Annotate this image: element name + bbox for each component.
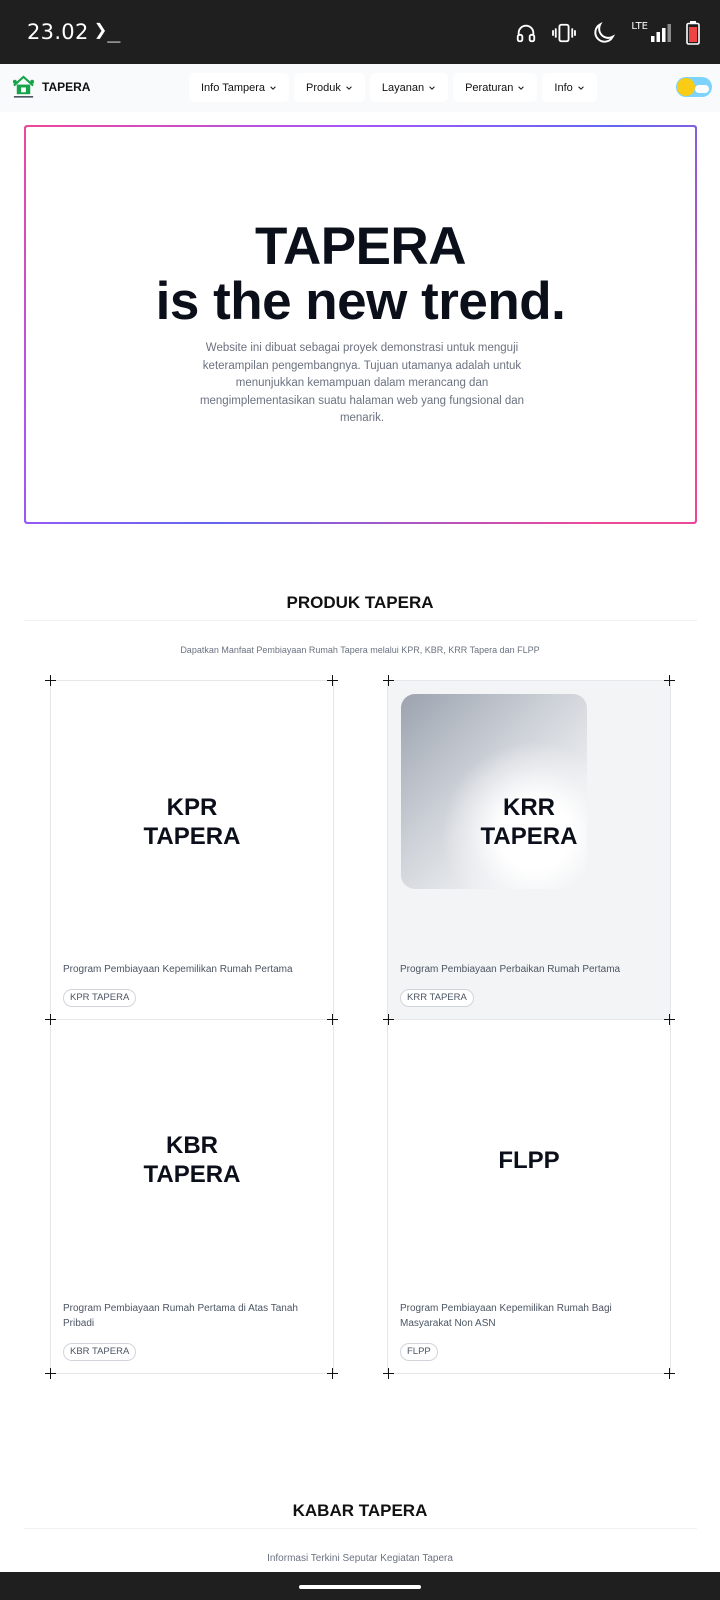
signal-icon bbox=[651, 24, 671, 42]
card-tag[interactable]: KPR TAPERA bbox=[63, 989, 137, 1007]
home-gesture-handle[interactable] bbox=[299, 1585, 421, 1589]
card-description: Program Pembiayaan Kepemilikan Rumah Bag… bbox=[400, 1303, 612, 1329]
hero-title-line-2: is the new trend. bbox=[155, 272, 566, 331]
system-navigation-bar bbox=[0, 1572, 720, 1600]
nav-item-layanan[interactable]: Layanan bbox=[369, 73, 449, 102]
card-tag[interactable]: KRR TAPERA bbox=[400, 989, 474, 1007]
plus-icon bbox=[45, 1014, 56, 1025]
nav-item-produk[interactable]: Produk bbox=[294, 73, 365, 102]
nav-item-label: Peraturan bbox=[465, 81, 514, 94]
card-heading: KPR TAPERA bbox=[143, 794, 241, 850]
nav-item-info[interactable]: Info bbox=[542, 73, 597, 102]
card-description: Program Pembiayaan Perbaikan Rumah Perta… bbox=[400, 964, 621, 975]
terminal-icon: ❯_ bbox=[94, 18, 121, 43]
card-description: Program Pembiayaan Rumah Pertama di Atas… bbox=[63, 1303, 298, 1329]
chevron-down-icon bbox=[346, 85, 352, 90]
tapera-logo-icon bbox=[12, 75, 35, 98]
plus-icon bbox=[327, 1014, 338, 1025]
card-tag[interactable]: FLPP bbox=[400, 1343, 438, 1361]
brand-link[interactable]: TAPERA bbox=[11, 74, 90, 99]
plus-icon bbox=[664, 675, 675, 686]
status-icons: LTE bbox=[515, 18, 700, 48]
plus-icon bbox=[383, 1368, 394, 1379]
card-description: Program Pembiayaan Kepemilikan Rumah Per… bbox=[63, 964, 293, 975]
status-bar: 23.02 ❯_ LTE bbox=[0, 0, 720, 64]
hero-banner: TAPERA is the new trend. Website ini dib… bbox=[24, 125, 697, 524]
nav-item-label: Layanan bbox=[381, 81, 425, 94]
chevron-down-icon bbox=[429, 85, 435, 90]
kabar-section-title: KABAR TAPERA bbox=[292, 1501, 428, 1520]
nav-item-label: Info Tampera bbox=[201, 81, 266, 94]
hero-title-line-1: TAPERA bbox=[255, 217, 466, 276]
card-heading: FLPP bbox=[498, 1147, 560, 1174]
product-card-kbr[interactable]: KBR TAPERA Program Pembiayaan Rumah Pert… bbox=[50, 1019, 334, 1374]
hero-title: TAPERA is the new trend. bbox=[26, 219, 695, 329]
moon-icon bbox=[594, 21, 616, 43]
hero-content: TAPERA is the new trend. Website ini dib… bbox=[26, 127, 695, 522]
plus-icon bbox=[45, 1368, 56, 1379]
nav-item-label: Info bbox=[554, 81, 573, 94]
divider bbox=[24, 1528, 697, 1529]
status-time: 23.02 bbox=[27, 20, 89, 44]
product-card-krr[interactable]: KRR TAPERA Program Pembiayaan Perbaikan … bbox=[387, 680, 671, 1020]
vibrate-icon bbox=[552, 23, 577, 43]
nav-item-info-tampera[interactable]: Info Tampera bbox=[189, 73, 290, 102]
nav-item-label: Produk bbox=[306, 81, 341, 94]
plus-icon bbox=[383, 675, 394, 686]
brand-name: TAPERA bbox=[42, 79, 91, 94]
plus-icon bbox=[664, 1014, 675, 1025]
nav-menu: Info Tampera Produk Layanan Peraturan In… bbox=[189, 73, 597, 102]
sun-icon bbox=[677, 78, 695, 96]
chevron-down-icon bbox=[577, 85, 584, 90]
produk-section-subtitle: Dapatkan Manfaat Pembiayaan Rumah Tapera… bbox=[180, 645, 540, 655]
headphones-icon bbox=[517, 24, 536, 43]
kabar-section-subtitle: Informasi Terkini Seputar Kegiatan Taper… bbox=[267, 1553, 453, 1564]
chevron-down-icon bbox=[518, 85, 525, 90]
produk-section-title: PRODUK TAPERA bbox=[286, 593, 434, 612]
plus-icon bbox=[383, 1014, 394, 1025]
theme-toggle[interactable] bbox=[676, 77, 712, 97]
cloud-icon bbox=[695, 85, 709, 93]
product-card-kpr[interactable]: KPR TAPERA Program Pembiayaan Kepemilika… bbox=[50, 680, 334, 1020]
card-tag[interactable]: KBR TAPERA bbox=[63, 1343, 137, 1361]
network-type: LTE bbox=[631, 21, 648, 32]
plus-icon bbox=[664, 1368, 675, 1379]
product-card-flpp[interactable]: FLPP Program Pembiayaan Kepemilikan Ruma… bbox=[387, 1019, 671, 1374]
card-heading: KRR TAPERA bbox=[480, 794, 578, 850]
plus-icon bbox=[327, 1368, 338, 1379]
plus-icon bbox=[327, 675, 338, 686]
hero-description: Website ini dibuat sebagai proyek demons… bbox=[199, 342, 525, 424]
plus-icon bbox=[45, 675, 56, 686]
card-heading: KBR TAPERA bbox=[143, 1132, 241, 1188]
nav-item-peraturan[interactable]: Peraturan bbox=[453, 73, 538, 102]
chevron-down-icon bbox=[270, 85, 276, 90]
divider bbox=[24, 620, 697, 621]
battery-icon bbox=[686, 21, 700, 45]
top-navbar: TAPERA Info Tampera Produk Layanan Perat… bbox=[0, 64, 720, 112]
hover-highlight bbox=[401, 694, 587, 889]
